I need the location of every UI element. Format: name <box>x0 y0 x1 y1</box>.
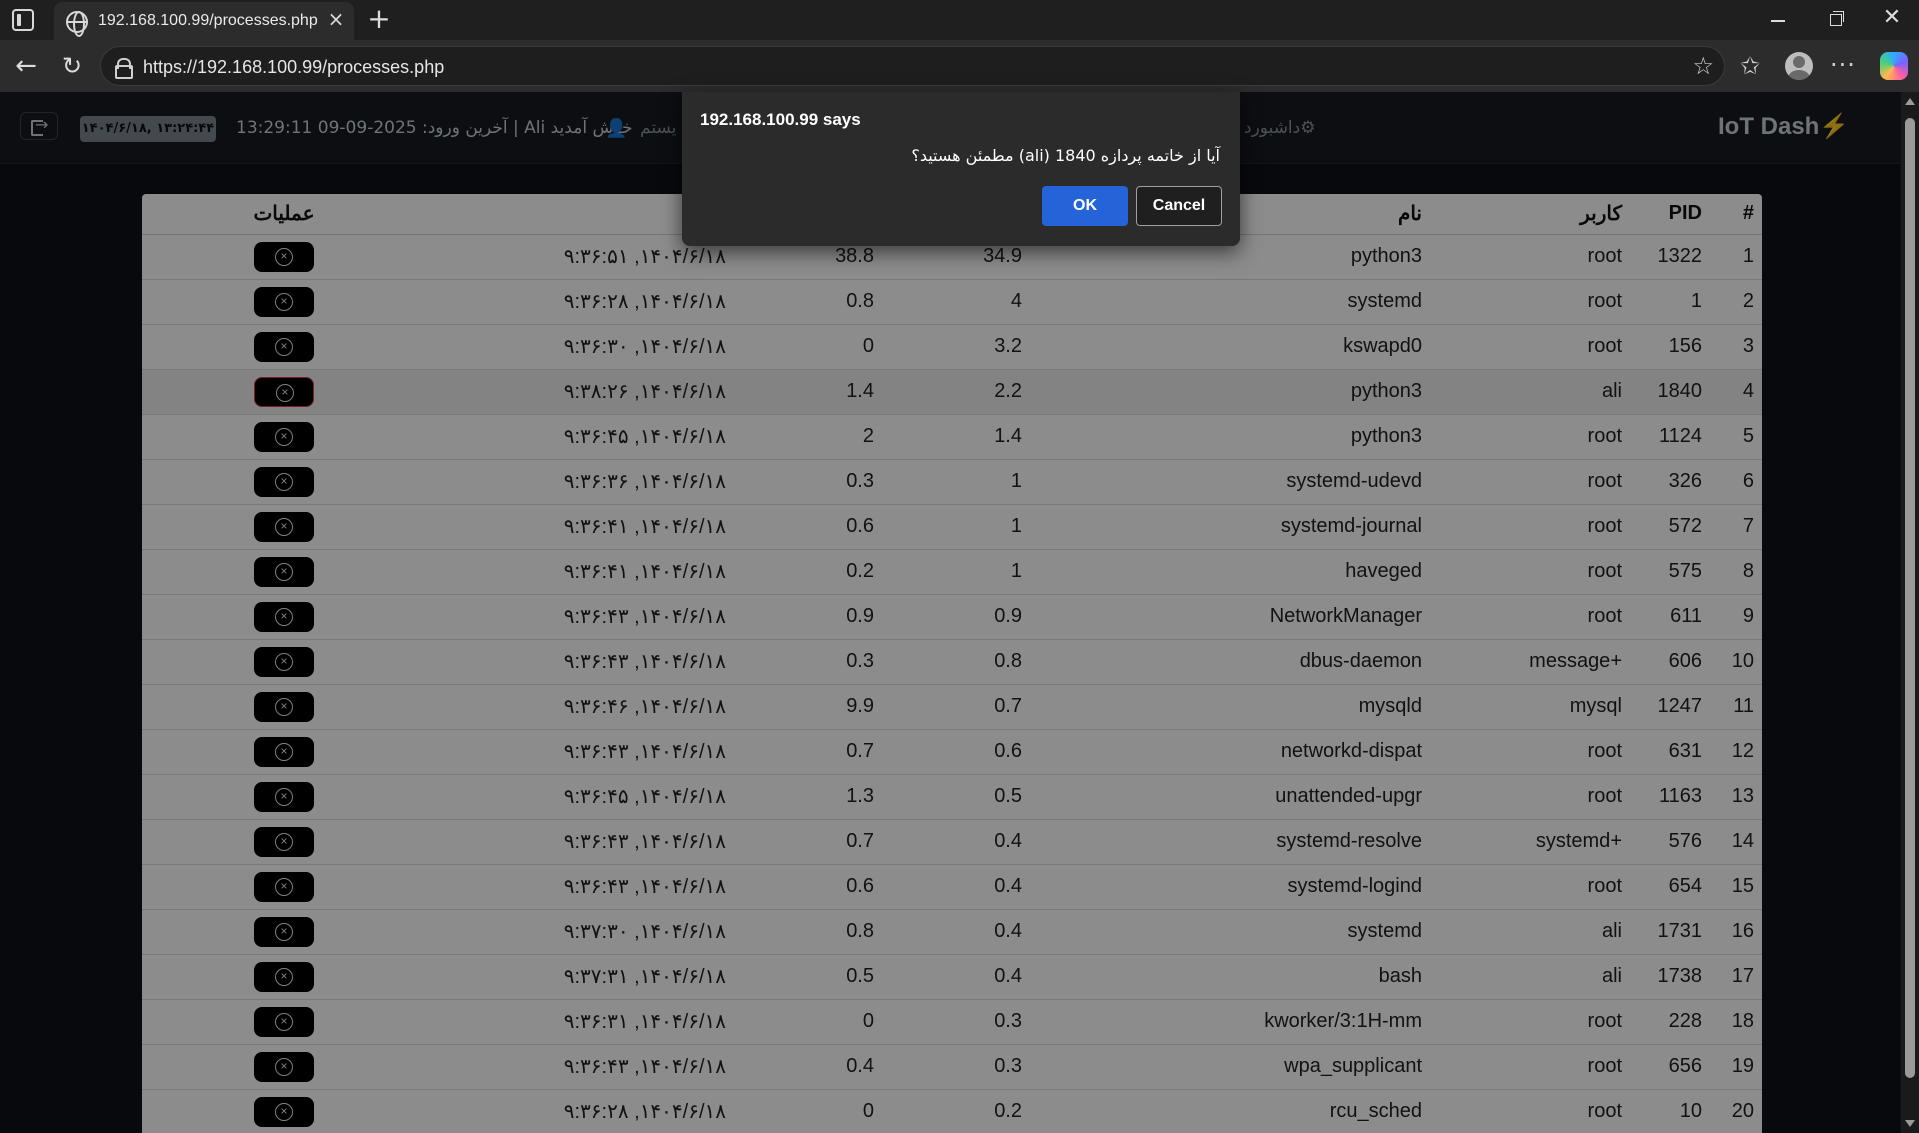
window-minimize-button[interactable] <box>1768 8 1792 32</box>
dialog-message: آیا از خاتمه پردازه 1840 (ali) مطمئن هست… <box>911 146 1220 165</box>
address-bar[interactable]: https://192.168.100.99/processes.php ☆ <box>100 46 1725 86</box>
url-text[interactable]: https://192.168.100.99/processes.php <box>143 57 444 78</box>
dialog-ok-button[interactable]: OK <box>1042 186 1128 226</box>
more-menu-icon[interactable]: ··· <box>1830 50 1856 80</box>
dialog-title: 192.168.100.99 says <box>700 110 861 129</box>
star-icon[interactable]: ☆ <box>1692 53 1714 79</box>
profile-avatar-icon[interactable] <box>1785 52 1813 80</box>
tab-close-icon[interactable]: × <box>324 7 348 31</box>
browser-tab-bar: 192.168.100.99/processes.php × + ✕ <box>0 0 1919 40</box>
new-tab-button[interactable]: + <box>364 4 394 34</box>
confirm-dialog: 192.168.100.99 says آیا از خاتمه پردازه … <box>682 92 1240 246</box>
modal-overlay <box>0 92 1900 1133</box>
lock-icon[interactable] <box>115 58 133 79</box>
dialog-cancel-button[interactable]: Cancel <box>1136 186 1222 226</box>
back-button[interactable]: ← <box>10 50 42 82</box>
globe-icon <box>66 11 88 37</box>
scroll-up-arrow-icon[interactable] <box>1905 98 1915 105</box>
tab-actions-icon[interactable] <box>12 9 34 31</box>
page-scrollbar[interactable] <box>1901 92 1919 1133</box>
browser-toolbar: ← ↻ https://192.168.100.99/processes.php… <box>0 40 1919 92</box>
tab-title: 192.168.100.99/processes.php <box>98 12 318 29</box>
browser-tab-active[interactable]: 192.168.100.99/processes.php × <box>54 2 354 40</box>
copilot-icon[interactable] <box>1880 52 1908 80</box>
scroll-thumb[interactable] <box>1905 118 1915 1078</box>
window-restore-button[interactable] <box>1825 8 1849 32</box>
window-close-button[interactable]: ✕ <box>1880 6 1904 30</box>
favorites-icon[interactable]: ✩ <box>1740 52 1760 80</box>
scroll-down-arrow-icon[interactable] <box>1905 1120 1915 1127</box>
reload-button[interactable]: ↻ <box>56 50 88 82</box>
